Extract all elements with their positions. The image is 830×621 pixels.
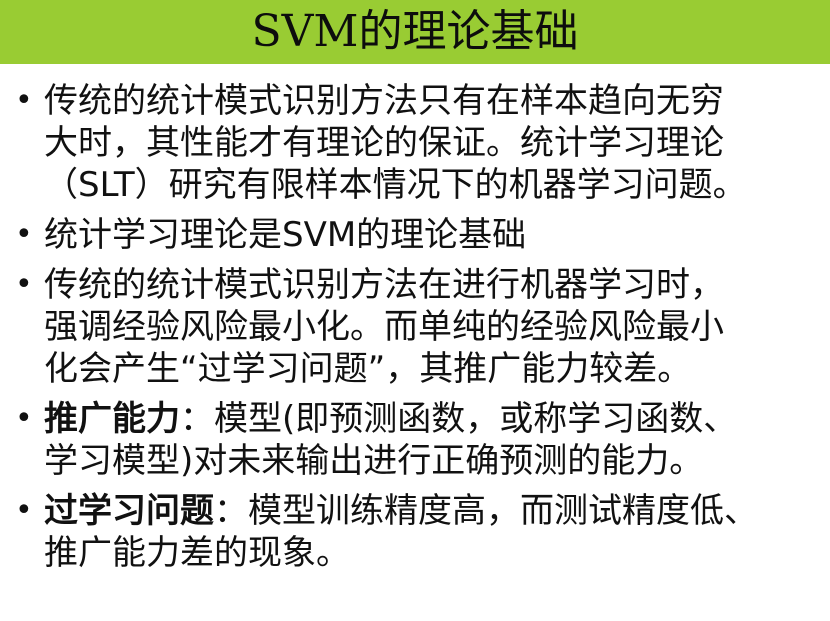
bullet-line: 传统的统计模式识别方法只有在样本趋向无穷 [44, 81, 724, 121]
bullet-first-line: 过学习问题：模型训练精度高，而测试精度低、 [44, 490, 816, 532]
bullet-line: 学习模型)对未来输出进行正确预测的能力。 [44, 441, 704, 481]
bullet-dot-icon: • [15, 217, 33, 252]
title-bar: SVM的理论基础 [0, 0, 830, 64]
bullet-first-line: 推广能力：模型(即预测函数，或称学习函数、 [44, 398, 816, 440]
slide-title: SVM的理论基础 [251, 6, 579, 57]
bullet-line: 推广能力差的现象。 [44, 533, 350, 573]
bullet-item: • 过学习问题：模型训练精度高，而测试精度低、 推广能力差的现象。 [0, 490, 830, 574]
bullet-line: 统计学习理论是SVM的理论基础 [44, 215, 527, 255]
bullet-dot-icon: • [15, 401, 33, 436]
bullet-line: 大时，其性能才有理论的保证。统计学习理论 [44, 123, 724, 163]
bullet-line: （SLT）研究有限样本情况下的机器学习问题。 [44, 165, 747, 205]
definition-text: ：模型训练精度高，而测试精度低、 [214, 491, 758, 531]
definition-text: ：模型(即预测函数，或称学习函数、 [180, 399, 738, 439]
bullet-item: • 推广能力：模型(即预测函数，或称学习函数、 学习模型)对未来输出进行正确预测… [0, 398, 830, 482]
bullet-dot-icon: • [15, 267, 33, 302]
bullet-line: 传统的统计模式识别方法在进行机器学习时， [44, 265, 724, 305]
bullet-item: • 统计学习理论是SVM的理论基础 [0, 214, 830, 256]
term-generalization: 推广能力 [44, 399, 180, 439]
bullet-item: • 传统的统计模式识别方法只有在样本趋向无穷 大时，其性能才有理论的保证。统计学… [0, 80, 830, 206]
bullet-line: 化会产生“过学习问题”，其推广能力较差。 [44, 349, 692, 389]
bullet-list: • 传统的统计模式识别方法只有在样本趋向无穷 大时，其性能才有理论的保证。统计学… [0, 80, 830, 582]
bullet-item: • 传统的统计模式识别方法在进行机器学习时， 强调经验风险最小化。而单纯的经验风… [0, 264, 830, 390]
bullet-dot-icon: • [15, 493, 33, 528]
bullet-line: 强调经验风险最小化。而单纯的经验风险最小 [44, 307, 724, 347]
bullet-dot-icon: • [15, 83, 33, 118]
term-overfitting: 过学习问题 [44, 491, 214, 531]
